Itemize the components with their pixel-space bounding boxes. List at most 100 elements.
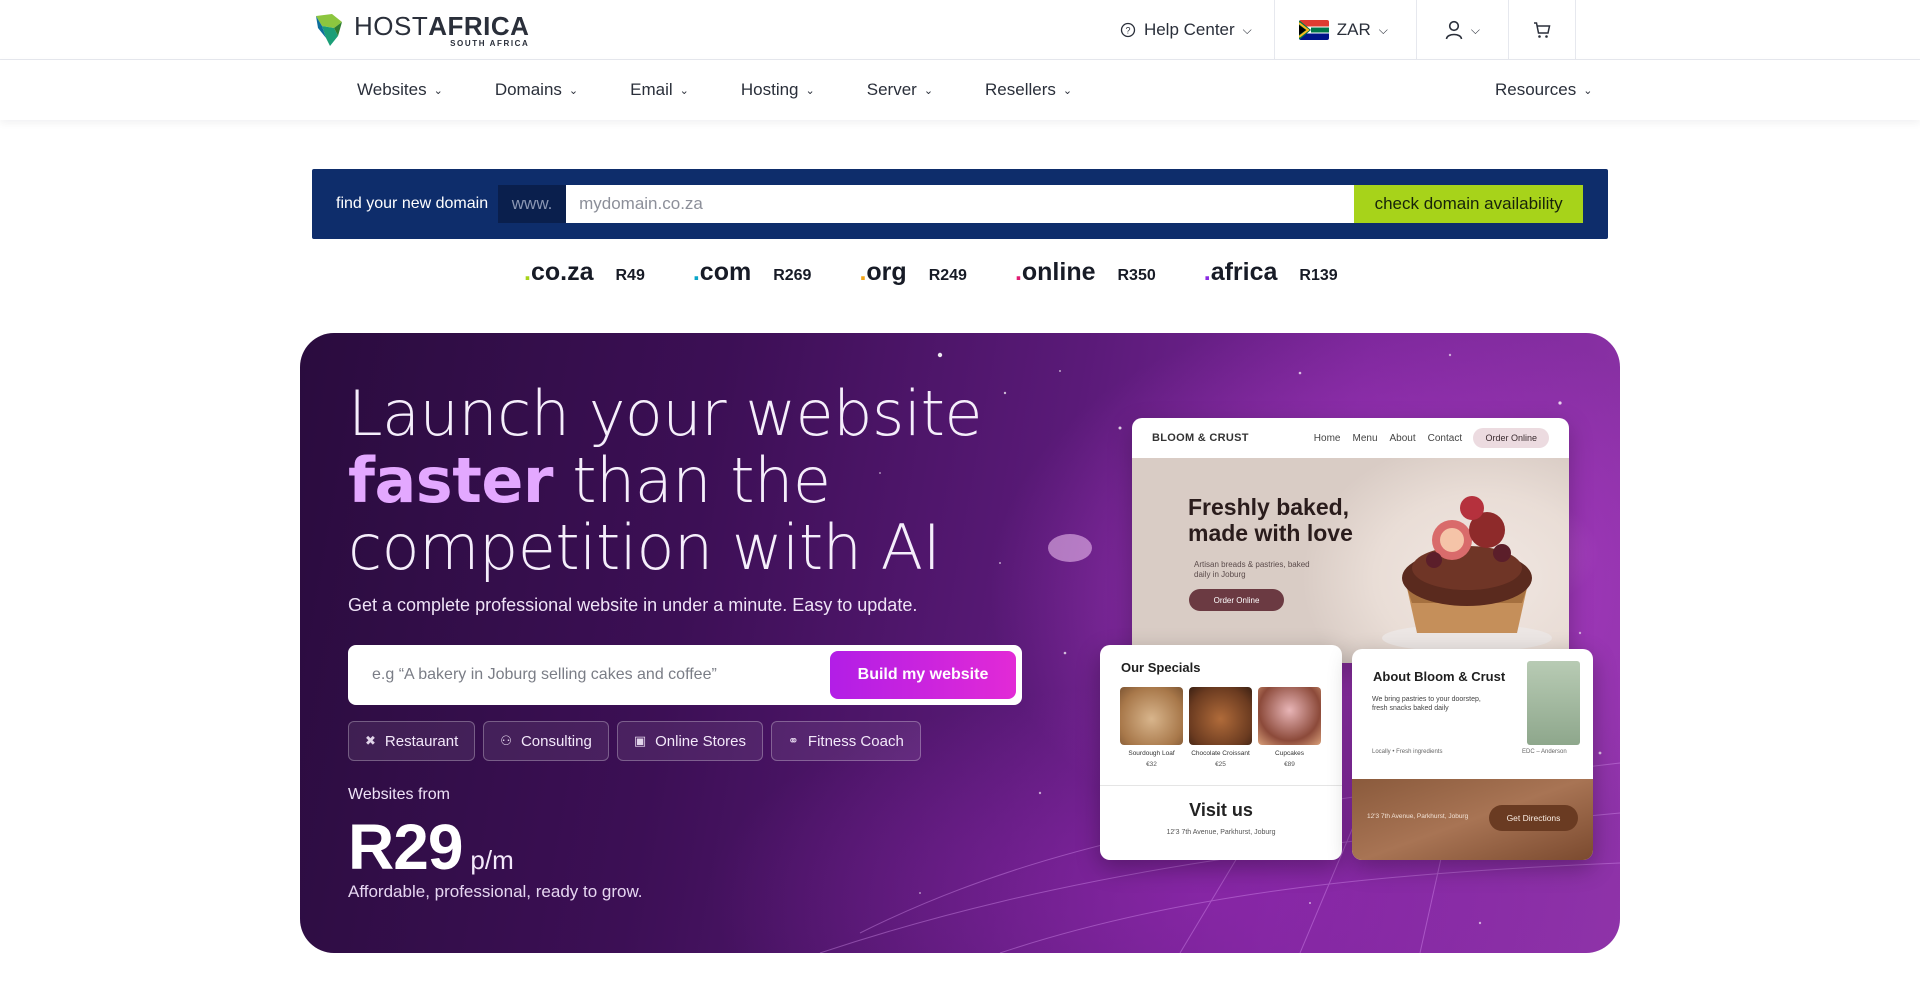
logo-word-africa: AFRICA xyxy=(428,10,530,41)
build-website-button[interactable]: Build my website xyxy=(830,651,1016,699)
tld-price: R49 xyxy=(615,267,645,284)
mock-specials-card: Our Specials Sourdough Loaf €32 Chocolat… xyxy=(1100,645,1342,860)
tld-name: org xyxy=(866,258,907,286)
tld-price: R350 xyxy=(1117,267,1156,284)
mock-nav-link: Home xyxy=(1313,432,1341,444)
chevron-down-icon: ⌄ xyxy=(805,84,815,97)
hero-banner: Launch your website faster than the comp… xyxy=(300,333,1620,953)
hero-title-line3: competition with AI xyxy=(348,511,941,584)
tld-price-list: .co.za R49 .com R269 .org R249 .online R… xyxy=(524,258,1386,287)
account-dropdown[interactable]: ⌵ xyxy=(1415,0,1508,60)
currency-dropdown[interactable]: ZAR ⌵ xyxy=(1273,0,1416,60)
nav-item-resellers[interactable]: Resellers ⌄ xyxy=(985,80,1072,100)
logo[interactable]: HOSTAFRICA SOUTH AFRICA xyxy=(312,12,529,48)
chef-photo xyxy=(1527,661,1580,745)
main-nav: Websites ⌄ Domains ⌄ Email ⌄ Hosting ⌄ Serve… xyxy=(0,60,1920,120)
special-name: Chocolate Croissant xyxy=(1191,750,1250,757)
nav-item-websites[interactable]: Websites ⌄ xyxy=(357,80,443,100)
hero-title: Launch your website faster than the comp… xyxy=(348,380,988,581)
croissant-image xyxy=(1189,687,1252,745)
mock-nav-link: Menu xyxy=(1352,432,1378,444)
price-from-label: Websites from xyxy=(348,786,450,803)
logo-mark-icon xyxy=(316,14,342,46)
tld-name: co.za xyxy=(530,258,594,286)
nav-item-email[interactable]: Email ⌄ xyxy=(630,80,689,100)
chip-label: Fitness Coach xyxy=(807,732,904,750)
tld-item[interactable]: .com R269 xyxy=(693,258,812,287)
mock-about-card: About Bloom & Crust We bring pastries to… xyxy=(1352,649,1593,860)
logo-word-host: HOST xyxy=(354,10,429,41)
www-prefix: www. xyxy=(498,185,567,223)
nav-item-hosting[interactable]: Hosting ⌄ xyxy=(741,80,815,100)
tld-price: R249 xyxy=(928,267,967,284)
chip-consulting[interactable]: ⚇ Consulting xyxy=(483,721,609,761)
tld-name: africa xyxy=(1210,258,1278,286)
store-icon: ▣ xyxy=(633,733,647,748)
dumbbell-icon: ⚭ xyxy=(788,733,799,748)
chevron-down-icon: ⌄ xyxy=(923,84,934,97)
cupcakes-image xyxy=(1258,687,1321,745)
cart-button[interactable] xyxy=(1508,0,1576,60)
tld-item[interactable]: .org R249 xyxy=(859,258,966,287)
mock-nav-link: Contact xyxy=(1427,432,1463,444)
ai-builder-form: Build my website xyxy=(348,645,1022,705)
nav-item-label: Server xyxy=(866,80,917,99)
nav-item-label: Email xyxy=(630,80,673,99)
check-domain-button[interactable]: check domain availability xyxy=(1354,185,1584,223)
nav-item-label: Resources xyxy=(1495,80,1577,99)
about-footer: 12'3 7th Avenue, Parkhurst, Joburg Get D… xyxy=(1352,779,1593,860)
mock-blurb: Artisan breads & pastries, baked daily i… xyxy=(1194,560,1310,579)
special-price: €32 xyxy=(1146,761,1157,768)
tld-item[interactable]: .co.za R49 xyxy=(524,258,645,287)
nav-item-server[interactable]: Server ⌄ xyxy=(867,80,933,100)
business-description-input[interactable] xyxy=(372,666,830,684)
nav-item-resources[interactable]: Resources ⌄ xyxy=(1495,60,1592,120)
tld-item[interactable]: .online R350 xyxy=(1015,258,1156,287)
domain-search-label: find your new domain xyxy=(336,195,489,212)
chevron-down-icon: ⌄ xyxy=(1062,84,1073,97)
special-item: Chocolate Croissant €25 xyxy=(1189,687,1252,768)
currency-label: ZAR xyxy=(1336,20,1371,39)
mock-site-preview: BLOOM & CRUST Home Menu About Contact Or… xyxy=(1132,418,1569,663)
user-icon xyxy=(1445,20,1463,40)
tld-item[interactable]: .africa R139 xyxy=(1204,258,1338,287)
logo-subtitle: SOUTH AFRICA xyxy=(450,38,530,48)
tld-name: com xyxy=(699,258,752,286)
nav-item-label: Websites xyxy=(357,80,427,99)
help-center-dropdown[interactable]: ? Help Center ⌵ xyxy=(1096,0,1274,60)
hero-title-accent: faster xyxy=(348,444,553,517)
footer-address: 12'3 7th Avenue, Parkhurst, Joburg xyxy=(1367,813,1469,820)
mock-cta-button: Order Online xyxy=(1189,589,1284,611)
chip-label: Consulting xyxy=(520,732,592,750)
chevron-down-icon: ⌄ xyxy=(568,84,579,97)
get-directions-button: Get Directions xyxy=(1489,805,1578,831)
chip-fitness-coach[interactable]: ⚭ Fitness Coach xyxy=(771,721,921,761)
visit-title: Visit us xyxy=(1189,800,1253,820)
tld-name: online xyxy=(1021,258,1096,286)
price-tagline: Affordable, professional, ready to grow. xyxy=(348,882,643,901)
domain-search-input[interactable] xyxy=(566,185,1355,223)
price-display: R29 p/m xyxy=(348,810,514,884)
visit-section: Visit us 12'3 7th Avenue, Parkhurst, Job… xyxy=(1100,785,1342,860)
chip-restaurant[interactable]: ✖ Restaurant xyxy=(348,721,476,761)
mock-headline: Freshly baked, made with love xyxy=(1188,494,1353,546)
nav-item-domains[interactable]: Domains ⌄ xyxy=(495,80,578,100)
svg-text:?: ? xyxy=(1125,26,1130,36)
special-price: €89 xyxy=(1284,761,1295,768)
cart-icon xyxy=(1534,22,1551,38)
chevron-down-icon: ⌵ xyxy=(1378,22,1388,37)
mock-headline-line2: made with love xyxy=(1188,520,1353,546)
chevron-down-icon: ⌵ xyxy=(1470,22,1480,37)
tld-price: R269 xyxy=(773,267,812,284)
hero-title-line2: than the xyxy=(552,444,831,517)
chip-label: Restaurant xyxy=(384,732,459,750)
price-unit: p/m xyxy=(470,845,514,875)
chip-online-stores[interactable]: ▣ Online Stores xyxy=(616,721,764,761)
top-actions: ? Help Center ⌵ ZAR ⌵ ⌵ xyxy=(1096,0,1920,60)
mock-brand: BLOOM & CRUST xyxy=(1152,432,1249,444)
cupcake-image xyxy=(1382,496,1552,652)
nav-item-label: Domains xyxy=(494,80,562,99)
mock-headline-line1: Freshly baked, xyxy=(1188,494,1350,520)
chevron-down-icon: ⌄ xyxy=(1583,84,1593,97)
tld-price: R139 xyxy=(1299,267,1338,284)
